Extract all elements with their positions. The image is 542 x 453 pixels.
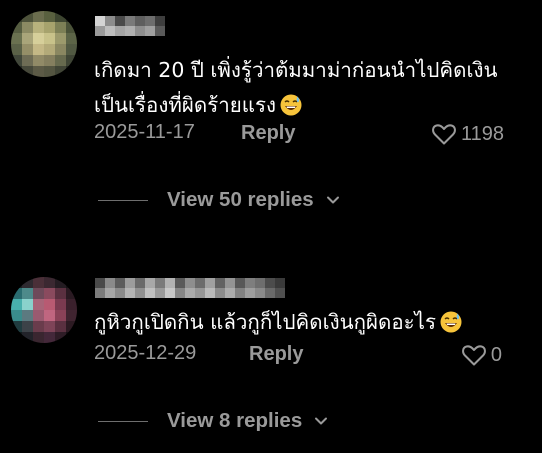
view-replies-button[interactable]: View 8 replies [98, 406, 328, 436]
grinning-face-with-sweat-icon [280, 94, 302, 116]
reply-button[interactable]: Reply [249, 343, 303, 366]
avatar[interactable] [11, 11, 77, 77]
view-replies-label[interactable]: View 8 replies [167, 409, 302, 433]
comment-date: 2025-11-17 [94, 121, 195, 143]
comment-text-line: เกิดมา 20 ปี เพิ่งรู้ว่าต้มมาม่าก่อนนำไป… [94, 58, 498, 82]
like-button[interactable]: 1198 [431, 119, 504, 149]
comment-meta: 2025-11-17 Reply 1198 [94, 119, 514, 149]
like-count: 0 [490, 343, 502, 366]
comment-text-line: กูหิวกูเปิดกิน แล้วกูก็ไปคิดเงินกูผิดอะไ… [94, 305, 534, 340]
username-censored[interactable] [95, 14, 165, 38]
like-button[interactable]: 0 [461, 340, 502, 370]
avatar[interactable] [11, 277, 77, 343]
comment-item: เกิดมา 20 ปี เพิ่งรู้ว่าต้มมาม่าก่อนนำไป… [0, 0, 542, 230]
chevron-down-icon[interactable] [326, 195, 340, 205]
view-replies-label[interactable]: View 50 replies [167, 188, 314, 212]
comment-date: 2025-12-29 [94, 342, 197, 364]
grinning-face-with-sweat-icon [440, 311, 462, 333]
divider [98, 199, 148, 201]
view-replies-button[interactable]: View 50 replies [98, 185, 340, 215]
comment-text: เกิดมา 20 ปี เพิ่งรู้ว่าต้มมาม่าก่อนนำไป… [94, 53, 534, 123]
like-count: 1198 [460, 122, 504, 145]
username-censored[interactable] [95, 276, 285, 300]
comment-item: กูหิวกูเปิดกิน แล้วกูก็ไปคิดเงินกูผิดอะไ… [0, 258, 542, 453]
heart-outline-icon[interactable] [431, 122, 457, 146]
comment-text-line: เป็นเรื่องที่ผิดร้ายแรง [94, 88, 534, 123]
divider [98, 420, 148, 422]
reply-button[interactable]: Reply [241, 122, 295, 145]
chevron-down-icon[interactable] [314, 416, 328, 426]
comment-meta: 2025-12-29 Reply 0 [94, 340, 514, 370]
comment-text: กูหิวกูเปิดกิน แล้วกูก็ไปคิดเงินกูผิดอะไ… [94, 305, 534, 340]
heart-outline-icon[interactable] [461, 343, 487, 367]
